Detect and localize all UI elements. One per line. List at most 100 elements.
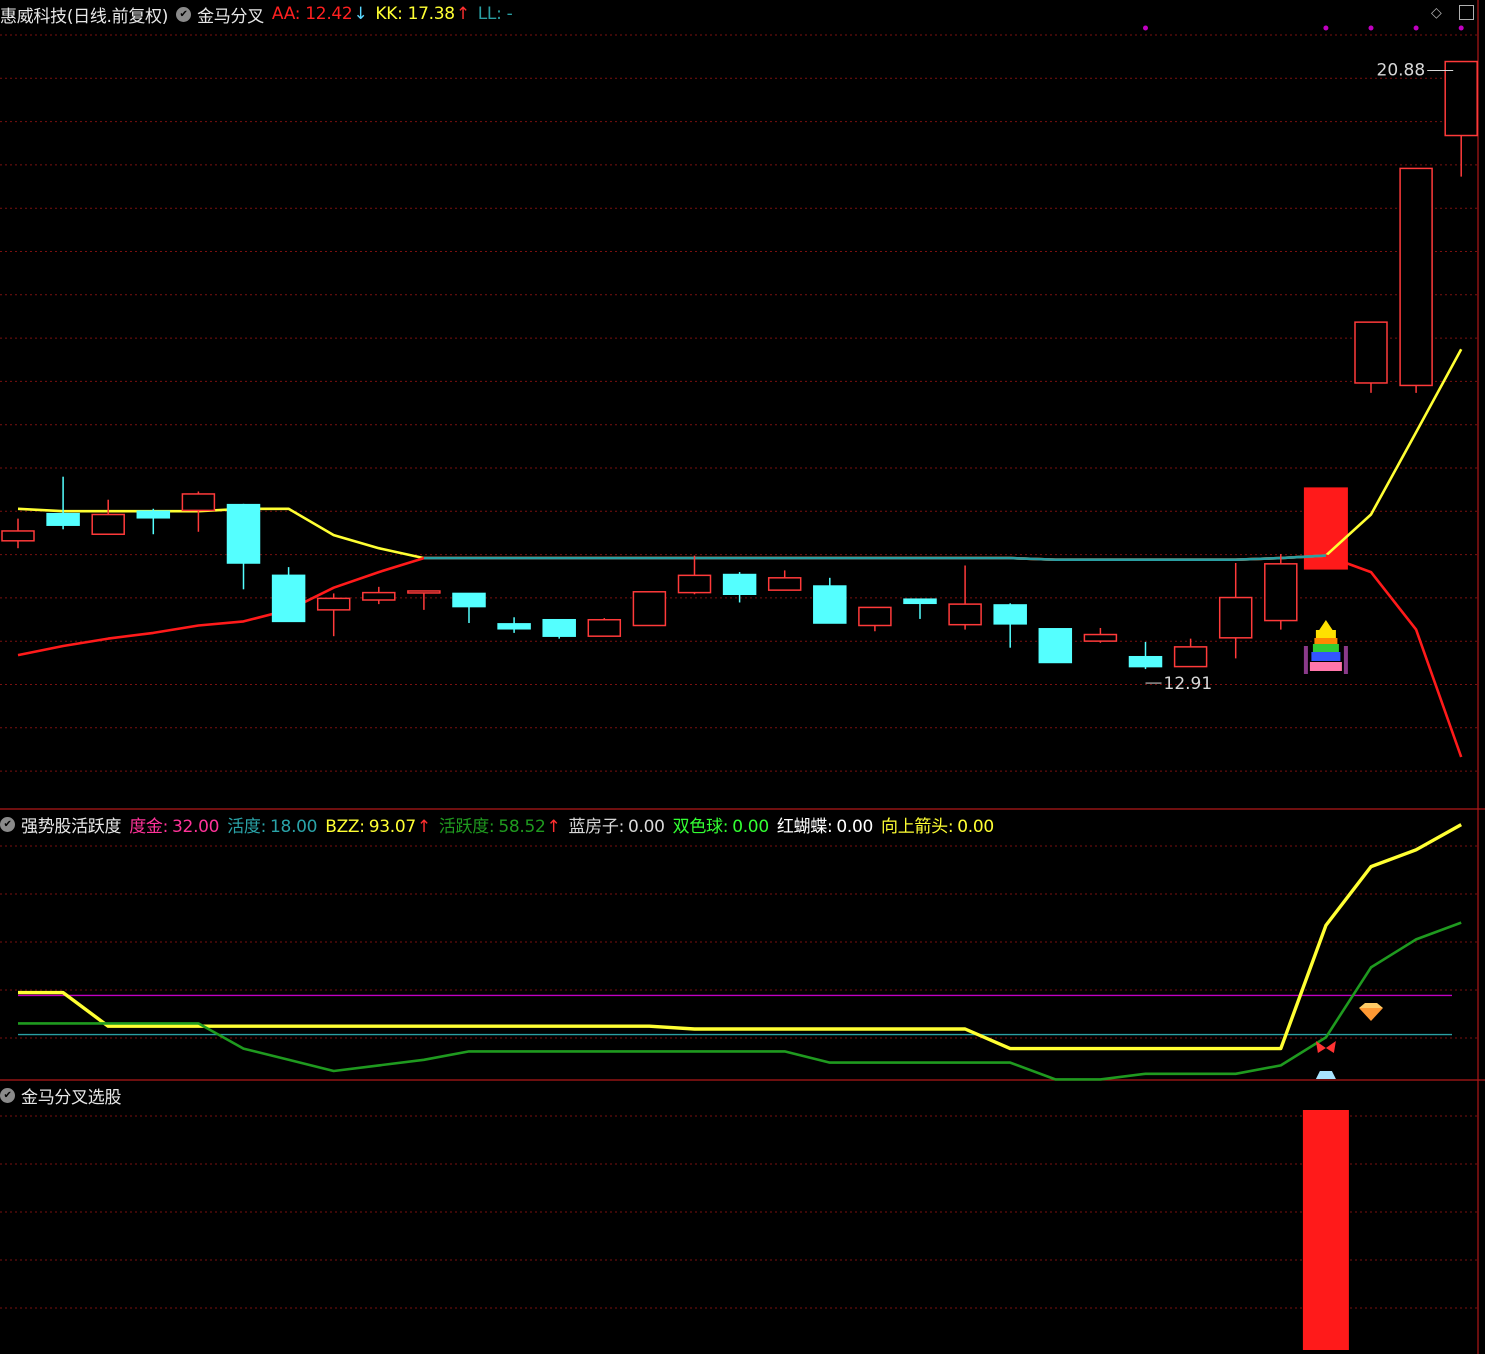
activity-item: 度金: 32.00 [129, 817, 219, 837]
candle-up [316, 597, 351, 611]
activity-item-value: 32.00 [172, 816, 220, 837]
activity-item-value: 0.00 [957, 816, 994, 837]
candle-up [1, 530, 35, 542]
diamond-icon [1359, 1003, 1383, 1021]
select-header: ✔ 金马分叉选股 [0, 1082, 129, 1108]
candle-down [136, 510, 171, 519]
activity-item: 活跃度: 58.52↑ [439, 817, 561, 837]
kk-value: 17.38 [407, 4, 455, 24]
marker-dot [1413, 25, 1419, 31]
activity-item-value: 58.52 [498, 816, 546, 837]
ll-label: LL: [477, 4, 502, 24]
candle-up [948, 603, 982, 626]
candle-up [767, 577, 802, 591]
marker-dot [1143, 25, 1148, 31]
main-header: 惠威科技 (日线.前复权) ✔ 金马分叉 AA: 12.42↓ KK: 17.3… [0, 1, 521, 27]
activity-item-value: 0.00 [628, 816, 665, 837]
candle-up [407, 590, 441, 594]
pane-borders [0, 0, 1485, 1354]
low-price-label: 12.91 [1164, 674, 1213, 694]
diamond-body [1359, 1008, 1383, 1021]
activity-item-value: 18.00 [270, 816, 318, 837]
diamond-icon[interactable]: ◇ [1431, 5, 1442, 21]
candle-up [677, 574, 712, 594]
activity-line [18, 921, 1462, 1081]
candle-up [587, 618, 622, 637]
candle-up [1354, 321, 1388, 384]
kk-arrow-icon: ↑ [455, 4, 470, 24]
select-signal-bar [1302, 1110, 1349, 1350]
rocket-icon [1303, 620, 1348, 674]
select-title: 金马分叉选股 [21, 1087, 122, 1108]
activity-item-label: 度金: [129, 816, 169, 837]
activity-item-label: BZZ: [325, 816, 365, 837]
activity-item-label: 向上箭头: [881, 816, 954, 837]
diamond-top [1359, 1003, 1383, 1008]
candle-down [452, 592, 486, 608]
candle-up [1083, 633, 1118, 642]
marker-dot [1458, 25, 1464, 31]
candle-up [1399, 167, 1433, 387]
chart-canvas[interactable]: 20.88 12.91 [0, 0, 1485, 1354]
activity-item-value: 93.07 [368, 816, 416, 837]
bzz-line [18, 823, 1463, 1051]
candle-down [542, 618, 576, 637]
candle-down [813, 585, 847, 624]
activity-item-label: 红蝴蝶: [776, 816, 833, 837]
activity-item: 活度: 18.00 [227, 817, 317, 837]
aa-value: 12.42 [305, 4, 353, 24]
candle-up [91, 513, 125, 535]
grid-lines [0, 34, 1478, 1309]
activity-header: ✔ 强势股活跃度 度金: 32.00 活度: 18.00 BZZ: 93.07↑ 活跃度: 5… [0, 811, 1010, 837]
candle-up [858, 606, 892, 627]
activity-item: 向上箭头: 0.00 [881, 817, 994, 837]
house-icon [1315, 1071, 1336, 1079]
candle-up [362, 591, 396, 601]
candle-down [46, 512, 80, 526]
candle-down [722, 573, 757, 596]
period-label: (日线.前复权) [66, 6, 169, 27]
candle-down [1038, 628, 1073, 664]
ll-line [423, 554, 1326, 561]
activity-item-label: 活度: [227, 816, 267, 837]
rocket-fin [1343, 646, 1348, 674]
activity-item-label: 双色球: [672, 816, 729, 837]
candle-up [181, 493, 216, 512]
aa-label: AA: [271, 4, 301, 24]
ll-value: - [506, 4, 513, 24]
activity-item-value: 0.00 [732, 816, 769, 837]
select-pane[interactable] [1302, 1110, 1349, 1350]
indicator-toggle-icon[interactable]: ✔ [176, 6, 192, 22]
activity-title: 强势股活跃度 [21, 816, 122, 837]
rocket-band [1311, 652, 1341, 661]
candle-up [632, 591, 667, 627]
activity-item: 蓝房子: 0.00 [568, 817, 664, 837]
activity-pane[interactable] [18, 823, 1463, 1081]
activity-values: 度金: 32.00 活度: 18.00 BZZ: 93.07 ↑ 活跃度: 58.52↑ 蓝房子:… [129, 812, 1002, 837]
stock-name: 惠威科技 [0, 6, 67, 27]
rocket-band [1309, 662, 1342, 671]
activity-item-label: 活跃度: [438, 816, 495, 837]
activity-item: 红蝴蝶: 0.00 [777, 817, 873, 837]
candle-down [271, 574, 306, 623]
candle-down [497, 623, 531, 630]
rocket-fin [1303, 646, 1308, 674]
high-price-label: 20.88 [1377, 61, 1426, 81]
marker-dot [1368, 25, 1374, 31]
candle-down [226, 503, 261, 564]
candle-up [1173, 646, 1208, 668]
candle-up [1264, 563, 1298, 622]
candle-up [1444, 60, 1478, 137]
price-pane[interactable]: 20.88 12.91 [1, 25, 1478, 758]
activity-toggle-icon[interactable]: ✔ [0, 816, 15, 832]
house-shape [1315, 1071, 1336, 1079]
rocket-tip [1317, 620, 1334, 632]
activity-item: 双色球: 0.00 [673, 817, 769, 837]
window-toggle-icon[interactable] [1459, 5, 1474, 24]
candle-down [993, 604, 1027, 625]
select-toggle-icon[interactable]: ✔ [0, 1087, 15, 1103]
rocket-band [1312, 644, 1339, 653]
activity-item-arrow-icon: ↑ [546, 816, 561, 837]
marker-dot [1323, 25, 1329, 31]
activity-item-label: 蓝房子: [568, 816, 624, 837]
